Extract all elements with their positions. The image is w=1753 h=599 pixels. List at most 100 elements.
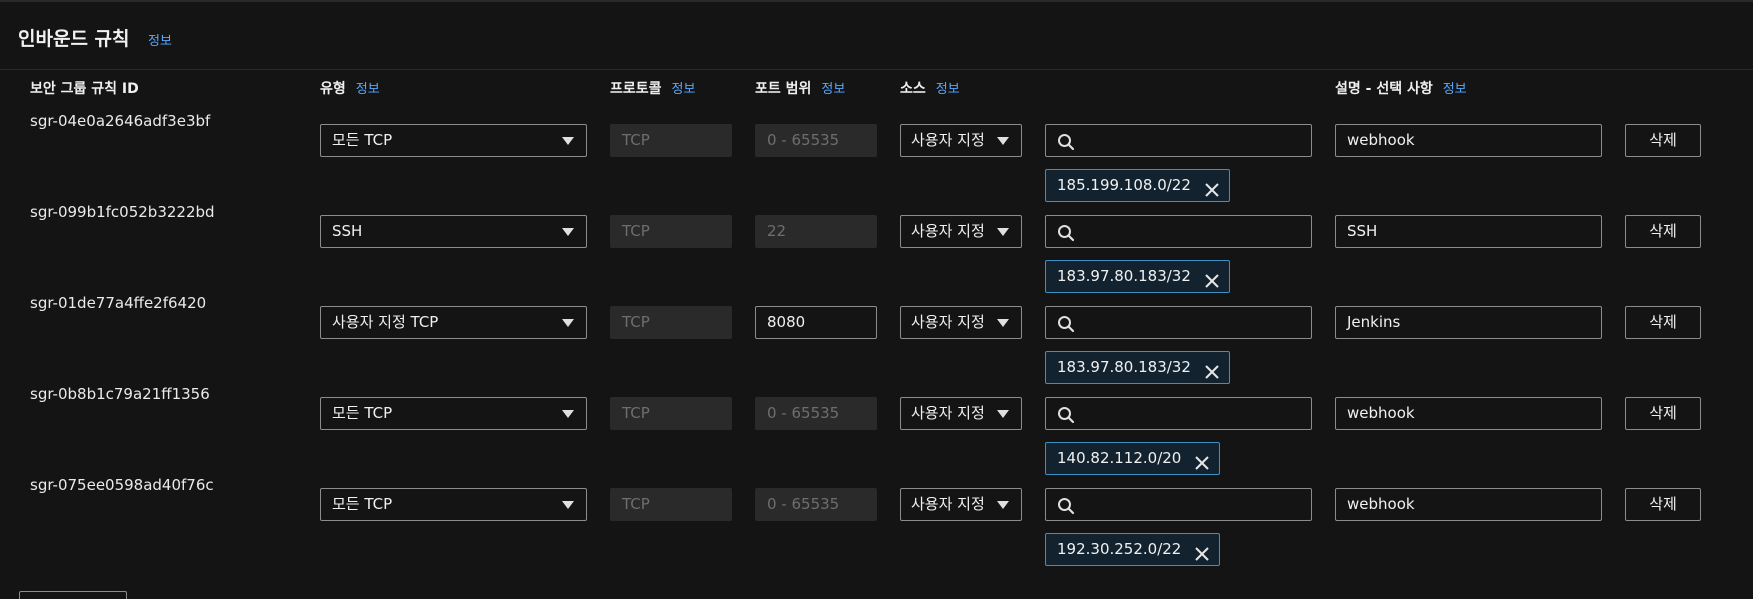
- rule-row: sgr-01de77a4ffe2f6420 사용자 지정 TCP TCP 8080 사용…: [0, 294, 1753, 385]
- delete-rule-button[interactable]: 삭제: [1625, 215, 1701, 248]
- source-type-value: 사용자 지정: [911, 131, 985, 149]
- source-type-value: 사용자 지정: [911, 313, 985, 331]
- source-type-select[interactable]: 사용자 지정: [900, 397, 1022, 430]
- caret-down-icon: [997, 137, 1009, 145]
- rule-row: sgr-04e0a2646adf3e3bf 모든 TCP TCP 0 - 65535 사…: [0, 112, 1753, 203]
- close-icon[interactable]: [1194, 542, 1210, 561]
- rule-row: sgr-0b8b1c79a21ff1356 모든 TCP TCP 0 - 65535 사…: [0, 385, 1753, 476]
- cidr-token: 185.199.108.0/22: [1045, 169, 1230, 202]
- type-value: 모든 TCP: [332, 131, 393, 149]
- column-header-port-range: 포트 범위 정보: [755, 78, 845, 98]
- protocol-field: TCP: [610, 215, 732, 248]
- cidr-value: 185.199.108.0/22: [1057, 176, 1191, 194]
- source-search-input[interactable]: [1045, 124, 1312, 157]
- protocol-field: TCP: [610, 488, 732, 521]
- close-icon[interactable]: [1204, 269, 1220, 288]
- source-type-value: 사용자 지정: [911, 404, 985, 422]
- protocol-field: TCP: [610, 306, 732, 339]
- caret-down-icon: [997, 228, 1009, 236]
- info-link[interactable]: 정보: [672, 82, 696, 97]
- source-search-input[interactable]: [1045, 306, 1312, 339]
- type-select[interactable]: SSH: [320, 215, 587, 248]
- source-type-value: 사용자 지정: [911, 222, 985, 240]
- type-value: 사용자 지정 TCP: [332, 313, 439, 331]
- column-header-protocol: 프로토콜 정보: [610, 78, 695, 98]
- caret-down-icon: [562, 501, 574, 509]
- source-type-select[interactable]: 사용자 지정: [900, 306, 1022, 339]
- info-link[interactable]: 정보: [148, 30, 172, 49]
- panel-title: 인바운드 규칙: [18, 28, 130, 50]
- cidr-token: 140.82.112.0/20: [1045, 442, 1221, 475]
- column-header-type: 유형 정보: [320, 78, 380, 98]
- column-label: 소스: [900, 81, 926, 97]
- rule-id: sgr-0b8b1c79a21ff1356: [30, 385, 210, 403]
- rule-row: sgr-099b1fc052b3222bd SSH TCP 22 사용자 지정 SSH 삭제…: [0, 203, 1753, 294]
- rule-id: sgr-01de77a4ffe2f6420: [30, 294, 207, 312]
- caret-down-icon: [562, 319, 574, 327]
- description-input[interactable]: webhook: [1335, 397, 1602, 430]
- rule-id: sgr-099b1fc052b3222bd: [30, 203, 215, 221]
- cidr-value: 140.82.112.0/20: [1057, 449, 1182, 467]
- source-search-input[interactable]: [1045, 488, 1312, 521]
- info-link[interactable]: 정보: [1443, 82, 1467, 97]
- delete-rule-button[interactable]: 삭제: [1625, 488, 1701, 521]
- source-type-select[interactable]: 사용자 지정: [900, 124, 1022, 157]
- protocol-field: TCP: [610, 397, 732, 430]
- close-icon[interactable]: [1204, 178, 1220, 197]
- rule-id: sgr-075ee0598ad40f76c: [30, 476, 214, 494]
- port-range-field: 22: [755, 215, 877, 248]
- info-link[interactable]: 정보: [356, 82, 380, 97]
- column-label: 프로토콜: [610, 81, 662, 97]
- info-link[interactable]: 정보: [936, 82, 960, 97]
- caret-down-icon: [562, 228, 574, 236]
- column-label: 포트 범위: [755, 81, 812, 97]
- description-input[interactable]: SSH: [1335, 215, 1602, 248]
- cidr-value: 192.30.252.0/22: [1057, 540, 1182, 558]
- description-input[interactable]: webhook: [1335, 488, 1602, 521]
- cidr-value: 183.97.80.183/32: [1057, 267, 1191, 285]
- type-select[interactable]: 모든 TCP: [320, 488, 587, 521]
- close-icon[interactable]: [1194, 451, 1210, 470]
- column-label: 유형: [320, 81, 346, 97]
- caret-down-icon: [997, 319, 1009, 327]
- add-rule-button[interactable]: [19, 591, 127, 599]
- type-select[interactable]: 모든 TCP: [320, 124, 587, 157]
- column-header-source: 소스 정보: [900, 78, 960, 98]
- source-type-select[interactable]: 사용자 지정: [900, 488, 1022, 521]
- delete-rule-button[interactable]: 삭제: [1625, 397, 1701, 430]
- type-value: 모든 TCP: [332, 495, 393, 513]
- rule-row: sgr-075ee0598ad40f76c 모든 TCP TCP 0 - 65535 사…: [0, 476, 1753, 567]
- caret-down-icon: [997, 410, 1009, 418]
- source-search-input[interactable]: [1045, 397, 1312, 430]
- port-range-input[interactable]: 8080: [755, 306, 877, 339]
- type-select[interactable]: 모든 TCP: [320, 397, 587, 430]
- type-select[interactable]: 사용자 지정 TCP: [320, 306, 587, 339]
- close-icon[interactable]: [1204, 360, 1220, 379]
- column-header-description: 설명 - 선택 사항 정보: [1335, 78, 1467, 98]
- caret-down-icon: [997, 501, 1009, 509]
- port-range-field: 0 - 65535: [755, 488, 877, 521]
- delete-rule-button[interactable]: 삭제: [1625, 124, 1701, 157]
- source-type-select[interactable]: 사용자 지정: [900, 215, 1022, 248]
- info-link[interactable]: 정보: [821, 82, 845, 97]
- description-input[interactable]: Jenkins: [1335, 306, 1602, 339]
- panel-header: 인바운드 규칙 정보: [0, 2, 1753, 70]
- description-input[interactable]: webhook: [1335, 124, 1602, 157]
- caret-down-icon: [562, 137, 574, 145]
- column-label: 보안 그룹 규칙 ID: [30, 81, 139, 97]
- port-range-field: 0 - 65535: [755, 124, 877, 157]
- port-range-field: 0 - 65535: [755, 397, 877, 430]
- delete-rule-button[interactable]: 삭제: [1625, 306, 1701, 339]
- cidr-token: 192.30.252.0/22: [1045, 533, 1221, 566]
- cidr-token: 183.97.80.183/32: [1045, 351, 1230, 384]
- cidr-token: 183.97.80.183/32: [1045, 260, 1230, 293]
- source-search-input[interactable]: [1045, 215, 1312, 248]
- column-label: 설명 - 선택 사항: [1335, 81, 1433, 97]
- type-value: SSH: [332, 222, 363, 240]
- caret-down-icon: [562, 410, 574, 418]
- column-header-rule-id: 보안 그룹 규칙 ID: [30, 78, 139, 98]
- protocol-field: TCP: [610, 124, 732, 157]
- cidr-value: 183.97.80.183/32: [1057, 358, 1191, 376]
- rule-id: sgr-04e0a2646adf3e3bf: [30, 112, 211, 130]
- inbound-rules-panel: 인바운드 규칙 정보 보안 그룹 규칙 ID 유형 정보 프로토콜 정보 포트 범위…: [0, 0, 1753, 599]
